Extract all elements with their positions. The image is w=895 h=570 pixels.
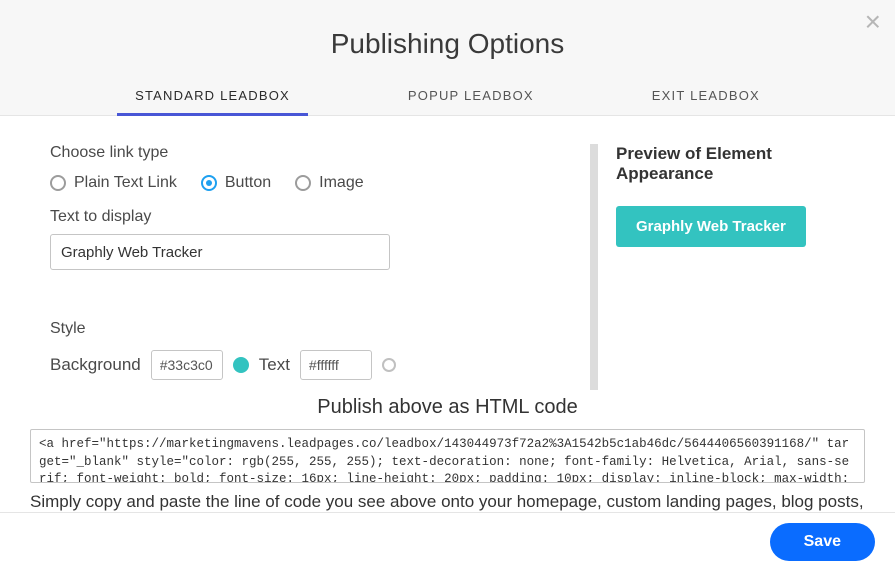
- tabs: STANDARD LEADBOX POPUP LEADBOX EXIT LEAD…: [0, 78, 895, 116]
- save-button[interactable]: Save: [770, 523, 875, 561]
- close-icon[interactable]: ×: [865, 8, 881, 36]
- radio-icon: [50, 175, 66, 191]
- preview-heading: Preview of Element Appearance: [616, 144, 855, 184]
- style-heading: Style: [50, 320, 580, 338]
- text-to-display-input[interactable]: [50, 234, 390, 270]
- modal-header: Publishing Options STANDARD LEADBOX POPU…: [0, 0, 895, 116]
- preview-button[interactable]: Graphly Web Tracker: [616, 206, 806, 247]
- radio-plain-text-link[interactable]: Plain Text Link: [50, 174, 177, 192]
- link-type-label: Choose link type: [50, 144, 580, 162]
- publish-heading: Publish above as HTML code: [30, 396, 865, 419]
- publish-section: Publish above as HTML code Simply copy a…: [0, 390, 895, 512]
- tab-popup-leadbox[interactable]: POPUP LEADBOX: [404, 78, 538, 115]
- text-swatch-icon[interactable]: [382, 358, 396, 372]
- link-type-radios: Plain Text Link Button Image: [50, 174, 580, 192]
- background-label: Background: [50, 355, 141, 375]
- radio-label: Plain Text Link: [74, 174, 177, 192]
- text-color-label: Text: [259, 355, 290, 375]
- background-color-input[interactable]: [151, 350, 223, 380]
- publish-instructions: Simply copy and paste the line of code y…: [30, 492, 865, 512]
- modal-footer: Save: [0, 512, 895, 570]
- radio-icon: [295, 175, 311, 191]
- text-color-input[interactable]: [300, 350, 372, 380]
- radio-button[interactable]: Button: [201, 174, 271, 192]
- radio-icon: [201, 175, 217, 191]
- preview-panel: Preview of Element Appearance Graphly We…: [590, 144, 855, 390]
- radio-label: Image: [319, 174, 363, 192]
- tab-exit-leadbox[interactable]: EXIT LEADBOX: [648, 78, 764, 115]
- background-swatch-icon[interactable]: [233, 357, 249, 373]
- tab-standard-leadbox[interactable]: STANDARD LEADBOX: [131, 78, 294, 115]
- form-panel: Choose link type Plain Text Link Button …: [50, 144, 590, 390]
- radio-image[interactable]: Image: [295, 174, 363, 192]
- radio-label: Button: [225, 174, 271, 192]
- page-title: Publishing Options: [0, 28, 895, 60]
- text-to-display-label: Text to display: [50, 208, 580, 226]
- html-code-box[interactable]: [30, 429, 865, 483]
